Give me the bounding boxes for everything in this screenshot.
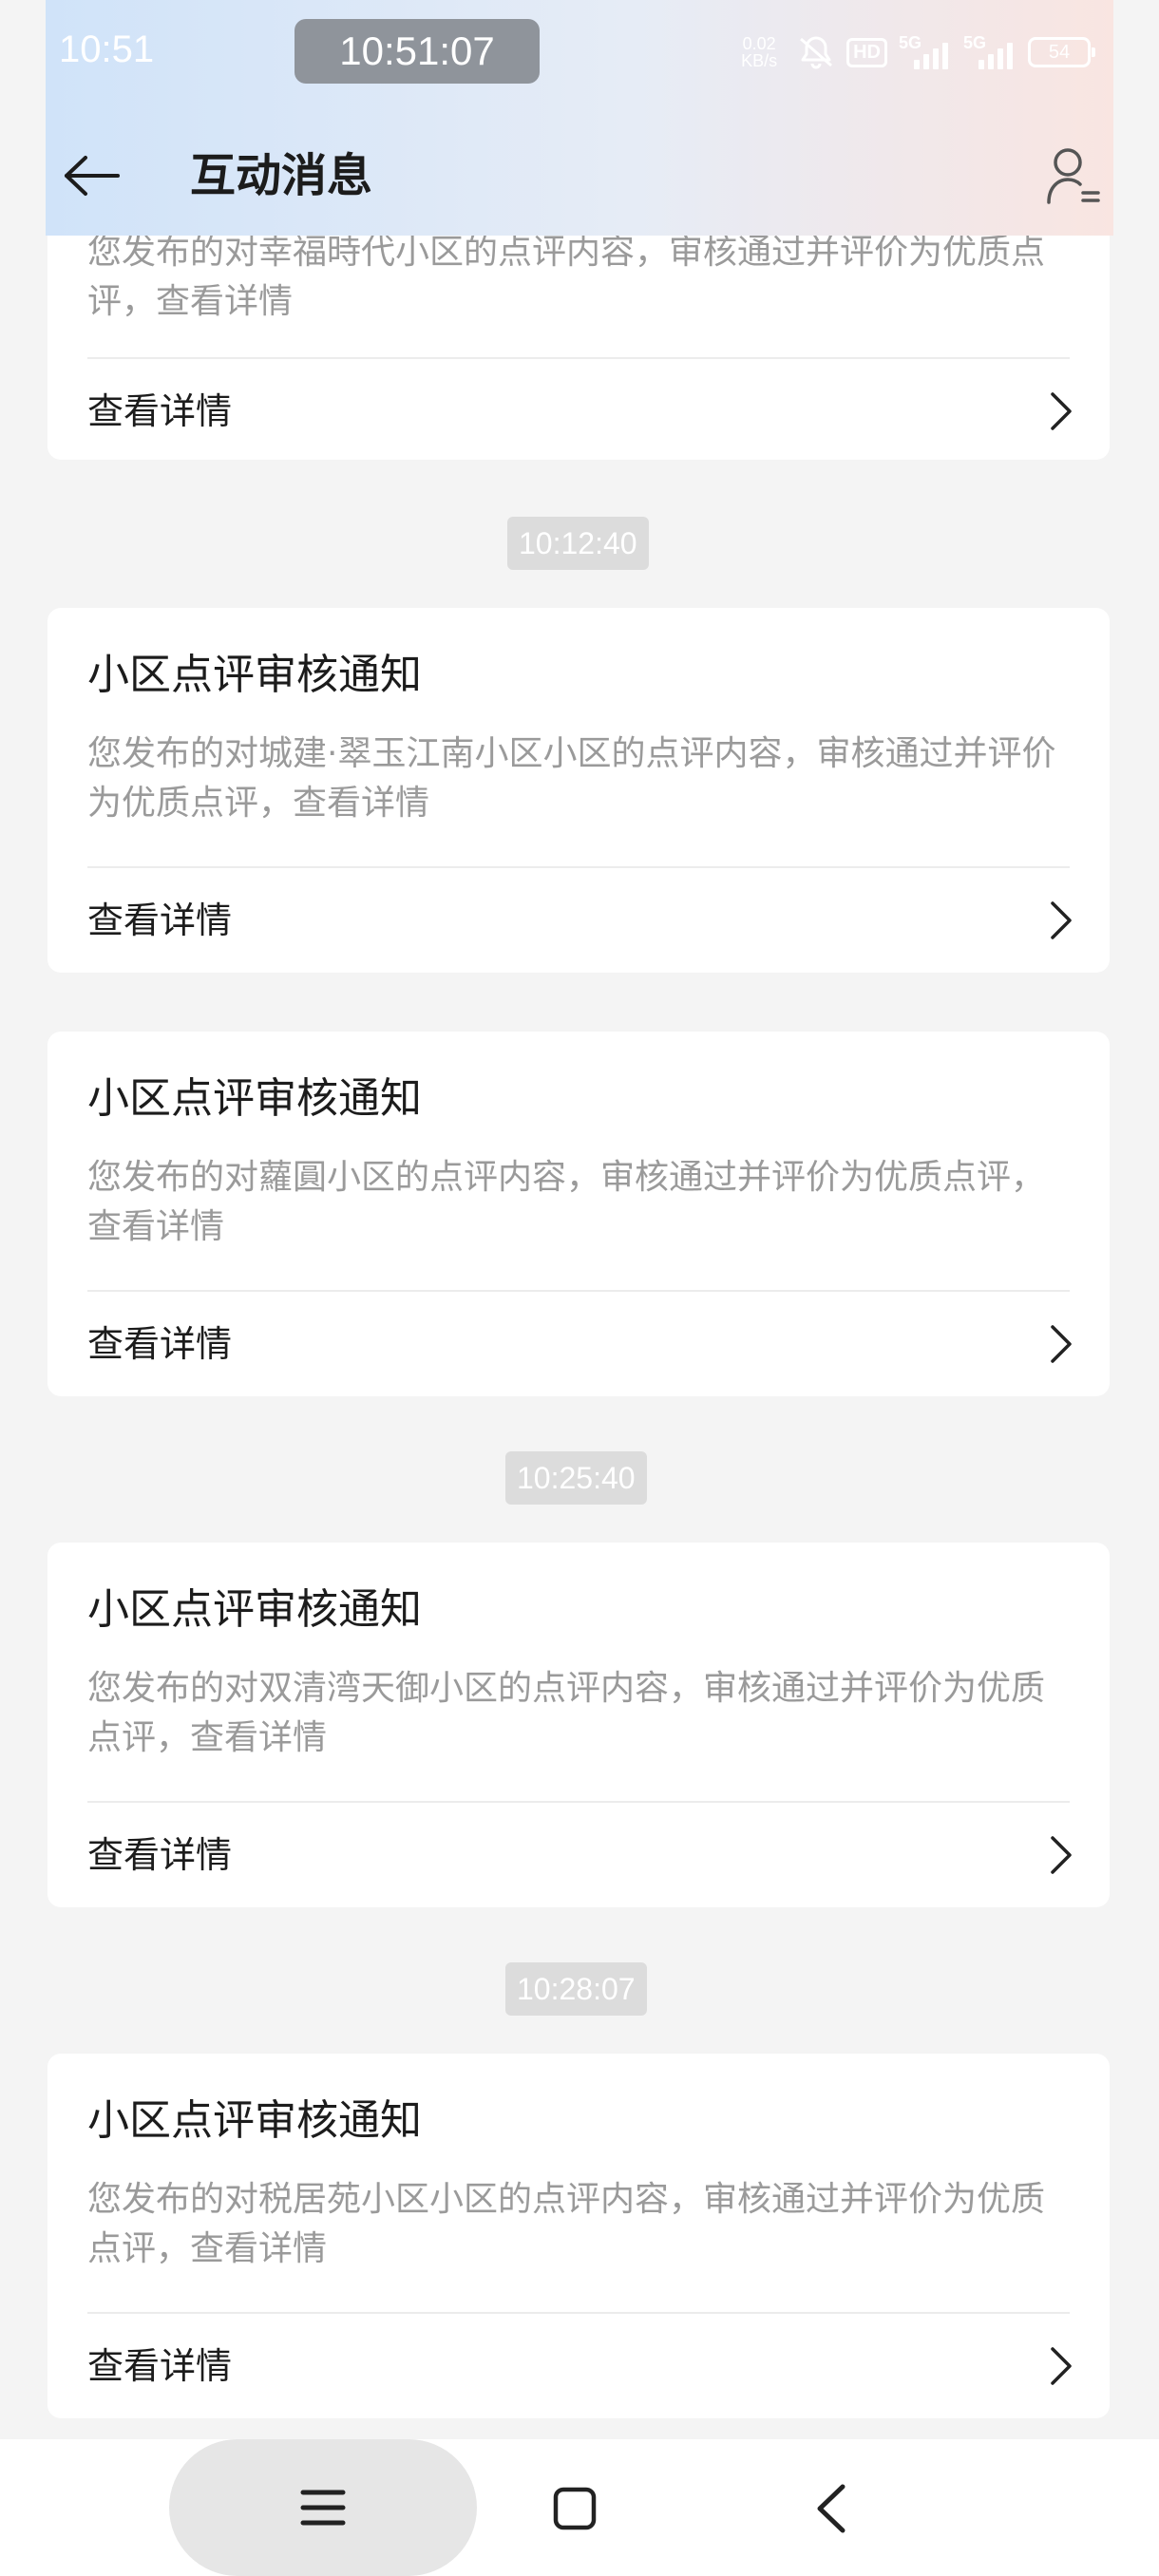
status-time: 10:51 (59, 28, 155, 70)
message-body: 您发布的对双清湾天御小区的点评内容，审核通过并评价为优质点评，查看详情 (87, 1669, 1046, 1757)
message-card[interactable]: 小区点评审核通知 您发布的对城建·翠玉江南小区小区的点评内容，审核通过并评价为优… (48, 608, 1110, 973)
network-speed-value: 0.02 (742, 34, 776, 53)
view-details-label: 查看详情 (87, 390, 233, 432)
mute-icon (800, 36, 833, 69)
signal-icon: 5G (963, 33, 1016, 71)
view-details-label: 查看详情 (87, 1834, 233, 1876)
chevron-right-icon (1051, 1836, 1072, 1874)
battery-level: 54 (1048, 42, 1071, 63)
battery-icon: 54 (1028, 37, 1095, 67)
view-details-label: 查看详情 (87, 900, 233, 941)
network-speed: 0.02 KB/s (732, 35, 786, 69)
home-button[interactable] (532, 2475, 618, 2542)
message-title: 小区点评审核通知 (87, 651, 422, 699)
message-body: 您发布的对税居苑小区小区的点评内容，审核通过并评价为优质点评，查看详情 (87, 2180, 1046, 2268)
view-details-label: 查看详情 (87, 1323, 233, 1365)
view-details-button[interactable]: 查看详情 (48, 2314, 1110, 2418)
timestamp: 10:28:07 (505, 1962, 647, 2016)
page-title: 互动消息 (190, 149, 373, 202)
timestamp: 10:25:40 (505, 1451, 647, 1505)
message-body: 您发布的对蘿圓小区的点评内容，审核通过并评价为优质点评，查看详情 (87, 1158, 1046, 1246)
chevron-left-icon (817, 2484, 846, 2533)
view-details-button[interactable]: 查看详情 (48, 1803, 1110, 1907)
message-title: 小区点评审核通知 (87, 2096, 422, 2145)
square-icon (553, 2487, 597, 2530)
back-button[interactable] (61, 142, 122, 209)
profile-button[interactable] (1041, 141, 1106, 213)
view-details-button[interactable]: 查看详情 (48, 868, 1110, 973)
clock-overlay: 10:51:07 (294, 19, 540, 84)
message-body: 您发布的对幸福時代小区的点评内容，审核通过并评价为优质点评，查看详情 (87, 233, 1046, 321)
user-settings-icon (1047, 148, 1100, 204)
menu-icon (300, 2490, 346, 2526)
message-body: 您发布的对城建·翠玉江南小区小区的点评内容，审核通过并评价为优质点评，查看详情 (87, 734, 1056, 823)
network-speed-unit: KB/s (741, 51, 778, 70)
message-card[interactable]: 小区点评审核通知 您发布的对税居苑小区小区的点评内容，审核通过并评价为优质点评，… (48, 2054, 1110, 2418)
system-back-button[interactable] (788, 2475, 874, 2542)
timestamp: 10:12:40 (507, 517, 649, 570)
status-icons: 0.02 KB/s HD 5G 5G 54 (732, 28, 1095, 76)
app-header: 10:51 10:51:07 0.02 KB/s HD 5G 5G 54 互动消… (46, 0, 1113, 236)
chevron-right-icon (1051, 392, 1072, 430)
chevron-right-icon (1051, 901, 1072, 939)
arrow-left-icon (65, 156, 120, 196)
message-title: 小区点评审核通知 (87, 1585, 422, 1634)
hd-badge: HD (846, 37, 887, 67)
view-details-button[interactable]: 查看详情 (48, 359, 1110, 460)
chevron-right-icon (1051, 2347, 1072, 2385)
message-card[interactable]: 小区点评审核通知 您发布的对蘿圓小区的点评内容，审核通过并评价为优质点评，查看详… (48, 1032, 1110, 1396)
recent-apps-button[interactable] (169, 2439, 477, 2576)
message-card[interactable]: 小区点评审核通知 您发布的对双清湾天御小区的点评内容，审核通过并评价为优质点评，… (48, 1543, 1110, 1907)
signal-icon: 5G (899, 33, 952, 71)
view-details-button[interactable]: 查看详情 (48, 1292, 1110, 1396)
view-details-label: 查看详情 (87, 2345, 233, 2387)
chevron-right-icon (1051, 1325, 1072, 1363)
message-title: 小区点评审核通知 (87, 1074, 422, 1123)
